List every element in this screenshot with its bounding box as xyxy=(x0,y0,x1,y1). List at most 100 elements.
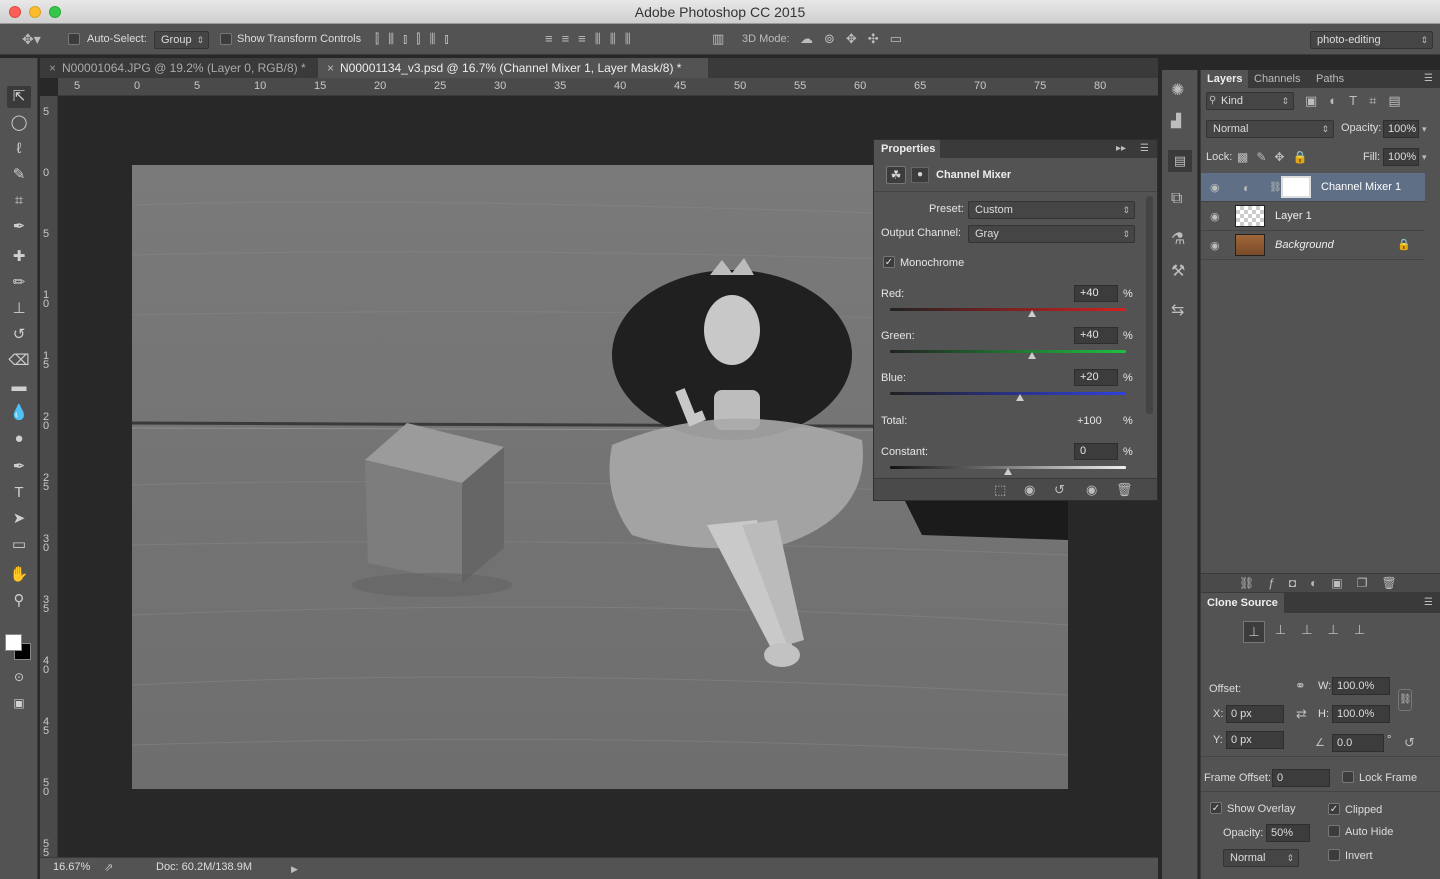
show-transform-checkbox[interactable] xyxy=(220,33,232,46)
brush-panel-icon[interactable]: ⚗ xyxy=(1171,232,1185,248)
properties-tab[interactable]: Properties xyxy=(874,140,940,158)
layer-row-channel-mixer[interactable]: ◉ ◐ ⛓ Channel Mixer 1 xyxy=(1201,173,1425,202)
tab-layers[interactable]: Layers xyxy=(1201,70,1249,88)
quick-mask-icon[interactable]: ⊙ xyxy=(7,666,31,688)
tab-clone-source[interactable]: Clone Source xyxy=(1201,593,1284,613)
clone-source-slots-icons[interactable]: ⊥⊥⊥⊥ xyxy=(1275,623,1380,637)
screen-mode-icon[interactable]: ▣ xyxy=(7,692,31,714)
rectangle-tool-icon[interactable]: ▭ xyxy=(7,534,31,556)
brush-tool-icon[interactable]: ✏ xyxy=(7,272,31,294)
invert-checkbox[interactable] xyxy=(1328,849,1340,862)
reset-transform-icon[interactable]: ↺ xyxy=(1404,736,1415,750)
red-value-input[interactable]: +40 xyxy=(1074,285,1118,302)
actions-icon[interactable]: ⇆ xyxy=(1171,303,1184,319)
tab-paths[interactable]: Paths xyxy=(1310,70,1350,88)
y-input[interactable]: 0 px xyxy=(1226,731,1284,749)
eye-icon[interactable]: ◉ xyxy=(1210,210,1220,224)
collapse-panel-icon[interactable]: ▸▸ xyxy=(1116,142,1126,156)
filter-type-icons[interactable]: ▣◐T⌗▤ xyxy=(1305,94,1413,108)
overlay-blend-dropdown[interactable]: Normal xyxy=(1223,849,1299,867)
show-overlay-checkbox[interactable] xyxy=(1210,802,1222,815)
red-slider-thumb[interactable] xyxy=(1027,310,1036,317)
foreground-color-swatch[interactable] xyxy=(5,634,22,651)
move-tool-preset-icon[interactable]: ✥▾ xyxy=(22,32,41,46)
auto-select-checkbox[interactable] xyxy=(68,33,80,46)
blue-slider-track[interactable] xyxy=(890,392,1126,395)
dodge-tool-icon[interactable]: ● xyxy=(7,428,31,450)
pen-tool-icon[interactable]: ✒ xyxy=(7,456,31,478)
auto-select-dropdown[interactable]: Group xyxy=(154,31,209,49)
opacity-dropdown-icon[interactable]: ▾ xyxy=(1422,122,1427,136)
reset-icon[interactable]: ↺ xyxy=(1054,483,1065,497)
lock-icons[interactable]: ▩✎✥🔒 xyxy=(1237,150,1315,164)
layer-name[interactable]: Layer 1 xyxy=(1275,210,1312,222)
status-menu-arrow-icon[interactable]: ▶ xyxy=(291,862,298,876)
crop-tool-icon[interactable]: ⌗ xyxy=(7,190,31,212)
layer-name[interactable]: Background xyxy=(1275,239,1334,251)
frame-offset-input[interactable]: 0 xyxy=(1272,769,1330,787)
layer-filter-dropdown[interactable]: Kind xyxy=(1206,92,1294,110)
distribute-icons[interactable]: ≡≡≡⫼⫼⫼ xyxy=(545,32,640,46)
gradient-tool-icon[interactable]: ▬ xyxy=(7,376,31,398)
panel-menu-icon[interactable]: ☰ xyxy=(1424,596,1433,610)
layer-action-icons[interactable]: ⛓ƒ◘◐▣❐🗑 xyxy=(1239,576,1411,590)
quick-selection-tool-icon[interactable]: ✎ xyxy=(7,164,31,186)
green-slider-thumb[interactable] xyxy=(1027,352,1036,359)
tab-channels[interactable]: Channels xyxy=(1248,70,1306,88)
green-slider-track[interactable] xyxy=(890,350,1126,353)
auto-hide-checkbox[interactable] xyxy=(1328,825,1340,838)
doc-tab-2[interactable]: × N00001134_v3.psd @ 16.7% (Channel Mixe… xyxy=(318,58,708,78)
eye-icon[interactable]: ◉ xyxy=(1210,181,1220,195)
delete-icon[interactable]: 🗑 xyxy=(1116,483,1133,497)
clone-stamp-tool-icon[interactable]: ⊥ xyxy=(7,298,31,320)
zoom-tool-icon[interactable]: ⚲ xyxy=(7,590,31,612)
workspace-dropdown[interactable]: photo-editing xyxy=(1310,31,1433,49)
link-icon[interactable]: ⛓ xyxy=(1269,181,1282,195)
minimize-window-button[interactable] xyxy=(29,6,41,18)
toggle-visibility-icon[interactable]: ◉ xyxy=(1086,483,1097,497)
blend-mode-dropdown[interactable]: Normal xyxy=(1206,120,1334,138)
fill-dropdown-icon[interactable]: ▾ xyxy=(1422,150,1427,164)
clone-source-1-icon[interactable]: ⊥ xyxy=(1243,621,1265,643)
opacity-input[interactable]: 100% xyxy=(1383,120,1419,138)
blur-tool-icon[interactable]: 💧 xyxy=(7,402,31,424)
monochrome-checkbox[interactable] xyxy=(883,256,895,269)
close-tab-icon[interactable]: × xyxy=(327,58,334,78)
eyedropper-tool-icon[interactable]: ✒ xyxy=(7,216,31,238)
clip-to-layer-icon[interactable]: ⬚ xyxy=(994,483,1006,497)
layer-row-layer-1[interactable]: ◉ Layer 1 xyxy=(1201,202,1425,231)
healing-brush-tool-icon[interactable]: ✚ xyxy=(7,246,31,268)
hand-tool-icon[interactable]: ✋ xyxy=(7,564,31,586)
move-tool-icon[interactable]: ⇱ xyxy=(7,86,31,108)
blue-slider-thumb[interactable] xyxy=(1015,394,1024,401)
blue-value-input[interactable]: +20 xyxy=(1074,369,1118,386)
zoom-window-button[interactable] xyxy=(49,6,61,18)
adjustment-icon[interactable]: ☘ xyxy=(886,166,906,184)
layer-row-background[interactable]: ◉ Background 🔒 xyxy=(1201,231,1425,260)
lasso-tool-icon[interactable]: ℓ xyxy=(7,138,31,160)
path-selection-tool-icon[interactable]: ➤ xyxy=(7,508,31,530)
mask-icon[interactable]: ● xyxy=(911,167,929,183)
link-wh-icon[interactable]: ⛓ xyxy=(1398,689,1412,711)
3d-mode-icons[interactable]: ☁⊚✥✣▭ xyxy=(800,32,913,46)
green-value-input[interactable]: +40 xyxy=(1074,327,1118,344)
layer-mask-thumbnail[interactable] xyxy=(1281,176,1311,198)
properties-scrollbar[interactable] xyxy=(1146,196,1153,414)
history-brush-tool-icon[interactable]: ↺ xyxy=(7,324,31,346)
output-channel-dropdown[interactable]: Gray xyxy=(968,225,1135,243)
doc-tab-1[interactable]: × N00001064.JPG @ 19.2% (Layer 0, RGB/8)… xyxy=(40,58,314,78)
marquee-tool-icon[interactable]: ◯ xyxy=(7,112,31,134)
eye-icon[interactable]: ◉ xyxy=(1210,239,1220,253)
eraser-tool-icon[interactable]: ⌫ xyxy=(7,350,31,372)
tool-presets-icon[interactable]: ⚒ xyxy=(1171,264,1185,280)
zoom-level[interactable]: 16.67% xyxy=(53,861,90,873)
layer-name[interactable]: Channel Mixer 1 xyxy=(1321,181,1401,193)
layer-thumbnail[interactable] xyxy=(1235,205,1265,227)
clipped-checkbox[interactable] xyxy=(1328,803,1340,816)
align-icons[interactable]: ⫿⫼⫾⫿⫼⫾ xyxy=(375,32,458,46)
overlay-opacity-input[interactable]: 50% xyxy=(1266,824,1310,842)
panel-menu-icon[interactable]: ☰ xyxy=(1424,72,1433,86)
h-input[interactable]: 100.0% xyxy=(1332,705,1390,723)
brightness-icon[interactable]: ✺ xyxy=(1171,83,1184,99)
type-tool-icon[interactable]: T xyxy=(7,482,31,504)
